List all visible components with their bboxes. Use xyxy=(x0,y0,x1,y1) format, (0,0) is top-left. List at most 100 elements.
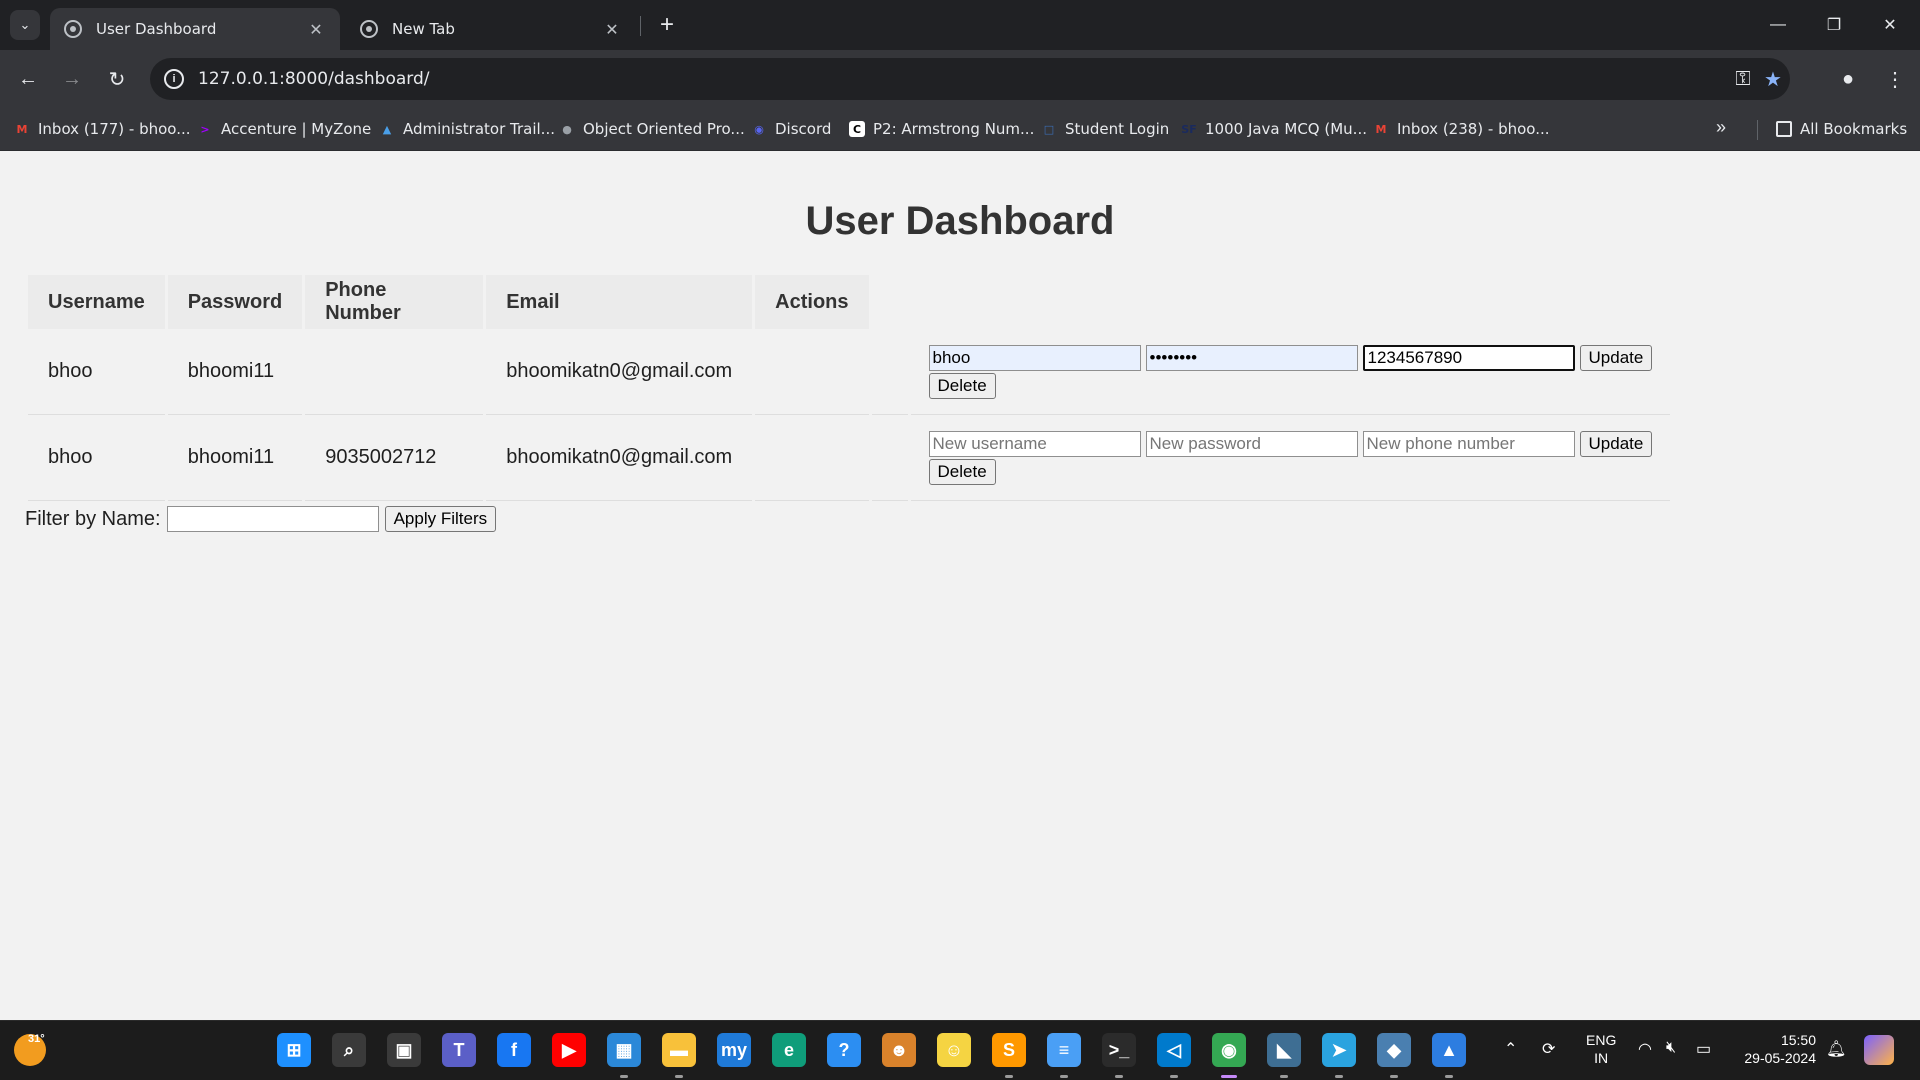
speaker-muted-icon[interactable]: 🔇︎ xyxy=(1666,1039,1676,1057)
column-header-password: Password xyxy=(167,275,303,329)
sync-icon[interactable]: ⟳ xyxy=(1542,1039,1555,1059)
store-icon[interactable]: ▦ xyxy=(607,1033,641,1067)
cell-username: bhoo xyxy=(28,415,165,501)
cell-email: bhoomikatn0@gmail.com xyxy=(486,415,753,501)
chevron-up-icon[interactable]: ⌃ xyxy=(1504,1039,1517,1059)
windows-taskbar: 31° ⌃ ⟳ ENG IN ◠ 🔇︎ ▭ 15:50 29-05-2024 🔔… xyxy=(0,1020,1920,1080)
battery-icon[interactable]: ▭ xyxy=(1696,1039,1711,1059)
more-bookmarks-icon[interactable]: » xyxy=(1716,117,1726,138)
bookmark-item[interactable]: □ Student Login xyxy=(1041,117,1170,141)
minimize-icon: — xyxy=(1770,16,1786,33)
running-indicator xyxy=(1115,1075,1123,1078)
task-view-icon[interactable]: ▣ xyxy=(387,1033,421,1067)
tab-separator xyxy=(640,16,641,36)
wifi-icon[interactable]: ◠ xyxy=(1638,1039,1652,1059)
filter-form: Filter by Name: Apply Filters xyxy=(25,506,497,532)
running-indicator xyxy=(1005,1075,1013,1078)
terminal-icon[interactable]: >_ xyxy=(1102,1033,1136,1067)
game-icon[interactable]: ☻ xyxy=(882,1033,916,1067)
reload-button[interactable]: ↻ xyxy=(101,63,133,95)
apply-filters-button[interactable]: Apply Filters xyxy=(384,506,497,532)
site-info-icon[interactable]: i xyxy=(164,69,184,89)
username-field[interactable] xyxy=(928,430,1141,457)
all-bookmarks-button[interactable]: All Bookmarks xyxy=(1776,117,1907,141)
delete-button[interactable]: Delete xyxy=(928,372,996,399)
mylib-icon[interactable]: my xyxy=(717,1033,751,1067)
update-button[interactable]: Update xyxy=(1579,344,1653,371)
bookmark-item[interactable]: ● Object Oriented Pro... xyxy=(559,117,745,141)
file-explorer-icon[interactable]: ▬ xyxy=(662,1033,696,1067)
tab-search-button[interactable]: ⌄ xyxy=(10,10,40,40)
cell-spacer xyxy=(871,415,908,501)
restore-icon: ❐ xyxy=(1826,17,1842,34)
copilot-icon[interactable] xyxy=(1864,1035,1894,1065)
chevron-down-icon: ⌄ xyxy=(19,17,31,32)
bookmark-item[interactable]: > Accenture | MyZone xyxy=(197,117,371,141)
plus-icon: + xyxy=(659,11,674,38)
language-indicator[interactable]: ENG IN xyxy=(1586,1031,1616,1067)
close-icon[interactable]: ✕ xyxy=(602,20,622,39)
password-field[interactable] xyxy=(1145,344,1358,371)
cell-phone: 9035002712 xyxy=(305,415,484,501)
password-field[interactable] xyxy=(1145,430,1358,457)
sf-icon: SF xyxy=(1181,122,1197,136)
facebook-icon[interactable]: f xyxy=(497,1033,531,1067)
tab-user-dashboard[interactable]: User Dashboard ✕ xyxy=(50,8,340,50)
url-text: 127.0.0.1:8000/dashboard/ xyxy=(198,69,430,89)
bookmark-star-icon[interactable]: ★ xyxy=(1760,66,1786,92)
forward-button[interactable]: → xyxy=(56,63,88,95)
notification-bell-icon[interactable]: 🔔︎ xyxy=(1826,1039,1846,1059)
vscode-icon[interactable]: ◁ xyxy=(1157,1033,1191,1067)
column-header-email: Email xyxy=(486,275,753,329)
close-icon[interactable]: ✕ xyxy=(306,20,326,39)
username-field[interactable] xyxy=(928,344,1141,371)
table-header-row: Username Password Phone Number Email Act… xyxy=(28,275,1670,329)
teams-icon[interactable]: T xyxy=(442,1033,476,1067)
bookmark-item[interactable]: M Inbox (177) - bhoo... xyxy=(14,117,191,141)
bookmark-item[interactable]: ▲ Administrator Trail... xyxy=(379,117,555,141)
phone-field[interactable] xyxy=(1362,430,1575,457)
profile-button[interactable]: ● xyxy=(1833,64,1863,94)
address-bar[interactable]: i 127.0.0.1:8000/dashboard/ ⚿ ★ xyxy=(150,58,1790,100)
clock[interactable]: 15:50 29-05-2024 xyxy=(1736,1031,1816,1067)
running-indicator xyxy=(675,1075,683,1078)
restore-button[interactable]: ❐ xyxy=(1806,0,1862,50)
browser-menu-button[interactable]: ⋮ xyxy=(1880,64,1910,94)
search-icon[interactable]: ⌕ xyxy=(332,1033,366,1067)
delete-button[interactable]: Delete xyxy=(928,458,996,485)
back-button[interactable]: ← xyxy=(12,63,44,95)
mysql-icon[interactable]: ◣ xyxy=(1267,1033,1301,1067)
password-key-icon[interactable]: ⚿ xyxy=(1730,66,1756,92)
phone-field[interactable] xyxy=(1362,344,1575,371)
help-icon[interactable]: ? xyxy=(827,1033,861,1067)
bookmark-item[interactable]: M Inbox (238) - bhoo... xyxy=(1373,117,1550,141)
edge-icon[interactable]: e xyxy=(772,1033,806,1067)
minimize-button[interactable]: — xyxy=(1750,0,1806,50)
c-icon: C xyxy=(849,121,865,137)
filter-name-input[interactable] xyxy=(166,506,379,532)
cell-phone xyxy=(305,329,484,415)
photos-icon[interactable]: ▲ xyxy=(1432,1033,1466,1067)
sublime-icon[interactable]: S xyxy=(992,1033,1026,1067)
notepad-icon[interactable]: ≡ xyxy=(1047,1033,1081,1067)
youtube-icon[interactable]: ▶ xyxy=(552,1033,586,1067)
cell-username: bhoo xyxy=(28,329,165,415)
bookmark-label: Inbox (177) - bhoo... xyxy=(38,120,191,138)
spongebob-icon[interactable]: ☺ xyxy=(937,1033,971,1067)
telegram-icon[interactable]: ➤ xyxy=(1322,1033,1356,1067)
tab-new-tab[interactable]: New Tab ✕ xyxy=(346,8,636,50)
close-window-button[interactable]: ✕ xyxy=(1862,0,1918,50)
bookmark-item[interactable]: ◉ Discord xyxy=(751,117,831,141)
users-table: Username Password Phone Number Email Act… xyxy=(25,275,1673,501)
all-bookmarks-label: All Bookmarks xyxy=(1800,120,1908,138)
python-icon[interactable]: ◆ xyxy=(1377,1033,1411,1067)
start-icon[interactable]: ⊞ xyxy=(277,1033,311,1067)
bookmark-item[interactable]: SF 1000 Java MCQ (Mu... xyxy=(1181,117,1367,141)
arrow-left-icon: ← xyxy=(18,67,38,90)
folder-icon xyxy=(1776,121,1792,137)
new-tab-button[interactable]: + xyxy=(652,10,682,40)
tab-title: New Tab xyxy=(392,20,455,38)
chrome-icon[interactable]: ◉ xyxy=(1212,1033,1246,1067)
update-button[interactable]: Update xyxy=(1579,430,1653,457)
bookmark-item[interactable]: C P2: Armstrong Num... xyxy=(849,117,1034,141)
